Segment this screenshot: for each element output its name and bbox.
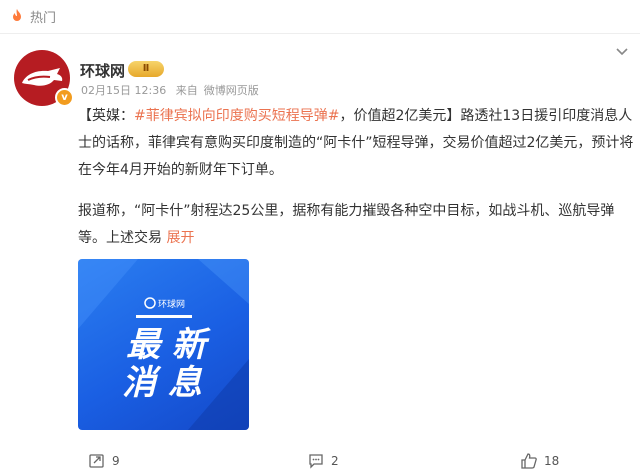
hot-tab-label[interactable]: 热门 [30, 7, 56, 26]
comment-button[interactable]: 2 [307, 452, 339, 470]
comment-count: 2 [331, 454, 339, 468]
verified-icon: v [55, 88, 74, 107]
post-actions: 9 2 18 [0, 444, 640, 472]
like-count: 18 [544, 454, 560, 468]
repost-button[interactable]: 9 [88, 452, 120, 470]
para2-text: 报道称，“阿卡什”射程达25公里，据称有能力摧毁各种空中目标，如战斗机、巡航导弹… [78, 203, 615, 246]
post-source: 微博网页版 [203, 84, 259, 97]
thumbs-up-icon [521, 453, 537, 469]
post-meta: 02月15日 12:36 来自 微博网页版 [81, 82, 265, 98]
post-date[interactable]: 02月15日 12:36 [81, 84, 166, 97]
repost-icon [89, 454, 104, 468]
image-line1: 最 新 [126, 325, 211, 365]
news-image-graphic: 环球网 最 新 消 息 [78, 259, 249, 430]
member-badge[interactable]: Ⅱ [128, 61, 164, 77]
image-line2: 消 息 [122, 363, 203, 403]
chevron-down-icon[interactable] [614, 43, 630, 59]
post-paragraph-1: 【英媒：#菲律宾拟向印度购买短程导弹#，价值超2亿美元】路透社13日援引印度消息… [78, 103, 638, 184]
repost-count: 9 [112, 454, 120, 468]
post-image[interactable]: 环球网 最 新 消 息 [78, 259, 249, 430]
topic-tag-link[interactable]: #菲律宾拟向印度购买短程导弹# [134, 108, 339, 124]
image-logo-text: 环球网 [158, 298, 185, 310]
post-content: 【英媒：#菲律宾拟向印度购买短程导弹#，价值超2亿美元】路透社13日援引印度消息… [78, 103, 638, 252]
para1-prefix: 【英媒： [78, 108, 134, 124]
flame-icon [13, 9, 21, 21]
post-paragraph-2: 报道称，“阿卡什”射程达25公里，据称有能力摧毁各种空中目标，如战斗机、巡航导弹… [78, 198, 638, 252]
source-prefix: 来自 [175, 84, 198, 97]
top-bar: 热门 [0, 0, 640, 34]
expand-link[interactable]: 展开 [166, 230, 194, 246]
like-button[interactable]: 18 [520, 452, 559, 470]
author-name[interactable]: 环球网 [80, 60, 125, 81]
comment-icon [309, 454, 323, 469]
